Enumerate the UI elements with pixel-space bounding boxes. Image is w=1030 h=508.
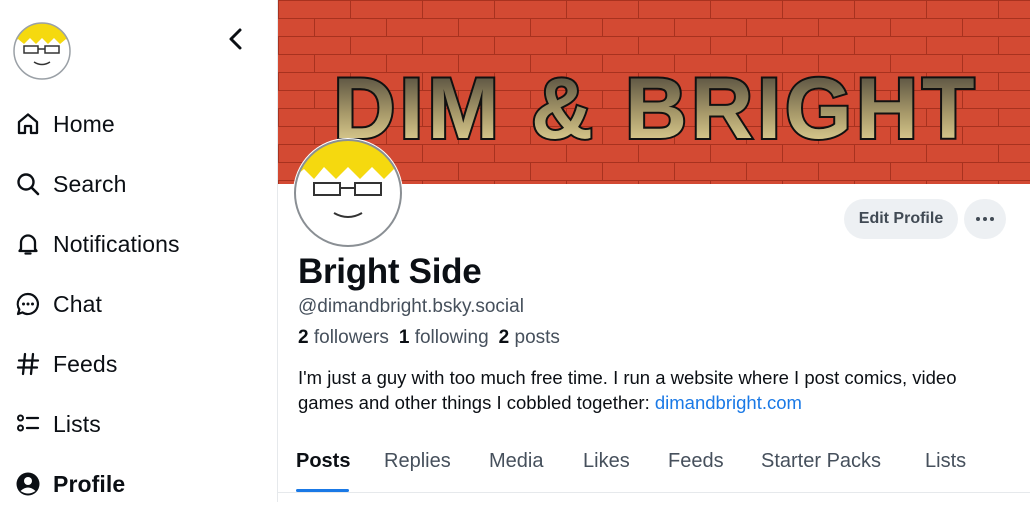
tab-lists[interactable]: Lists — [925, 450, 966, 473]
tab-starter-packs[interactable]: Starter Packs — [761, 450, 881, 473]
nav-notifications[interactable]: Notifications — [14, 220, 264, 268]
nav-feeds[interactable]: Feeds — [14, 340, 264, 388]
more-options-button[interactable] — [964, 199, 1006, 239]
tab-posts[interactable]: Posts — [296, 450, 350, 473]
posts-count: 2 — [498, 327, 510, 348]
bio-link[interactable]: dimandbright.com — [655, 392, 802, 413]
nav-search[interactable]: Search — [14, 160, 264, 208]
nav-lists-label: Lists — [53, 410, 101, 437]
display-name: Bright Side — [298, 252, 482, 291]
nav-profile-label: Profile — [53, 470, 126, 497]
nav-chat[interactable]: Chat — [14, 280, 264, 328]
posts-stat: 2 posts — [499, 327, 560, 349]
bell-icon — [14, 230, 42, 258]
chevron-left-icon — [229, 28, 242, 50]
collapse-sidebar-button[interactable] — [222, 24, 250, 54]
nav-feeds-label: Feeds — [53, 350, 118, 377]
nav-chat-label: Chat — [53, 290, 102, 317]
profile-main: DIM & BRIGHT Edit Profile Bright Side @d… — [278, 0, 1030, 502]
profile-tabs: Posts Replies Media Likes Feeds Starter … — [278, 440, 1030, 492]
ellipsis-icon — [976, 217, 994, 221]
nav-search-label: Search — [53, 170, 127, 197]
bio-text: I'm just a guy with too much free time. … — [298, 367, 957, 413]
following-stat[interactable]: 1 following — [399, 327, 489, 349]
nav-home[interactable]: Home — [14, 100, 264, 148]
tab-media[interactable]: Media — [489, 450, 543, 473]
nav-lists[interactable]: Lists — [14, 400, 264, 448]
search-icon — [14, 170, 42, 198]
followers-count: 2 — [298, 327, 309, 348]
chat-icon — [14, 290, 42, 318]
user-avatar[interactable] — [13, 22, 71, 80]
following-label: following — [414, 327, 489, 348]
tabs-divider — [278, 492, 1030, 493]
banner-logo-text: DIM & BRIGHT — [333, 61, 978, 157]
profile-bio: I'm just a guy with too much free time. … — [298, 365, 998, 415]
handle: @dimandbright.bsky.social — [298, 296, 524, 317]
home-icon — [14, 110, 42, 138]
following-count: 1 — [398, 327, 410, 348]
profile-stats: 2 followers 1 following 2 posts — [298, 327, 570, 349]
profile-icon — [14, 470, 42, 498]
tab-feeds[interactable]: Feeds — [668, 450, 724, 473]
list-icon — [14, 410, 42, 438]
followers-label: followers — [313, 327, 389, 348]
hash-icon — [14, 350, 42, 378]
profile-avatar[interactable] — [292, 137, 404, 249]
nav-home-label: Home — [53, 110, 115, 137]
tab-likes[interactable]: Likes — [583, 450, 630, 473]
nav-profile[interactable]: Profile — [14, 460, 264, 508]
posts-label: posts — [514, 327, 560, 348]
nav-notifications-label: Notifications — [53, 230, 180, 257]
left-sidebar: Home Search Notifications Chat Feeds Lis… — [0, 0, 277, 502]
edit-profile-button[interactable]: Edit Profile — [844, 199, 958, 239]
tab-replies[interactable]: Replies — [384, 450, 451, 473]
followers-stat[interactable]: 2 followers — [298, 327, 389, 349]
